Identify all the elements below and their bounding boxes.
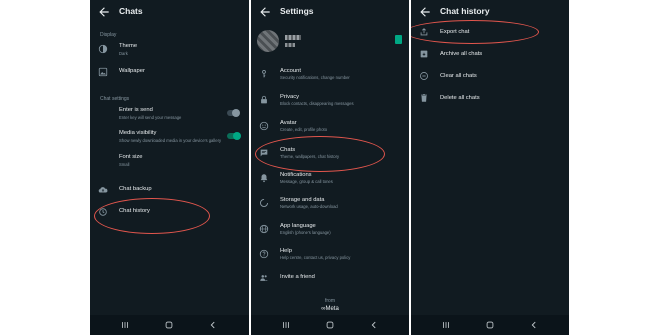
qr-code-icon[interactable] — [395, 35, 402, 44]
settings-item-label: Privacy — [280, 94, 300, 100]
settings-item-label: Invite a friend — [280, 274, 315, 280]
delete-all-chats-row[interactable]: Delete all chats — [411, 91, 569, 105]
settings-item-label: App language — [280, 223, 316, 229]
cloud-upload-icon — [98, 187, 108, 193]
media-visibility-label: Media visibility — [119, 130, 157, 136]
blurred-status — [285, 43, 295, 47]
recent-apps-icon[interactable] — [441, 320, 451, 330]
media-visibility-row[interactable]: Media visibility Show newly downloaded m… — [90, 128, 249, 148]
page-title: Chat history — [440, 6, 490, 16]
recent-apps-icon[interactable] — [281, 320, 291, 330]
home-icon[interactable] — [325, 320, 335, 330]
back-arrow-icon[interactable] — [418, 5, 432, 19]
highlight-circle — [255, 136, 385, 172]
storage-icon — [260, 199, 268, 207]
enter-is-send-row[interactable]: Enter is send Enter key will send your m… — [90, 105, 249, 123]
wallpaper-label: Wallpaper — [119, 68, 145, 74]
highlight-circle — [94, 198, 210, 234]
wallpaper-row[interactable]: Wallpaper — [90, 64, 249, 80]
settings-item-description: Network usage, auto-download — [280, 204, 338, 209]
settings-screen: Settings Account Security notifications,… — [251, 0, 409, 335]
settings-item-label: Avatar — [280, 120, 297, 126]
home-icon[interactable] — [485, 320, 495, 330]
system-nav-bar — [251, 315, 409, 335]
enter-is-send-description: Enter key will send your message — [119, 115, 182, 120]
section-header-display: Display — [100, 32, 117, 38]
footer-meta-logo: ∞Meta — [251, 306, 409, 312]
back-arrow-icon[interactable] — [97, 5, 111, 19]
page-title: Settings — [280, 6, 314, 16]
chat-history-screen: Chat history Export chat Archive all cha… — [411, 0, 569, 335]
settings-item-invite[interactable]: Invite a friend — [251, 272, 409, 284]
footer-from: from — [325, 298, 335, 304]
people-icon — [260, 275, 268, 281]
settings-item-storage[interactable]: Storage and data Network usage, auto-dow… — [251, 195, 409, 211]
settings-item-description: Block contacts, disappearing messages — [280, 101, 354, 106]
chats-settings-screen: Chats Display Theme Dark Wallpaper Chat … — [90, 0, 249, 335]
clear-all-chats-label: Clear all chats — [440, 73, 477, 79]
settings-item-description: Message, group & call tones — [280, 179, 333, 184]
page-title: Chats — [119, 6, 143, 16]
settings-item-description: Security notifications, change number — [280, 75, 350, 80]
enter-is-send-label: Enter is send — [119, 107, 153, 113]
theme-icon — [98, 44, 108, 54]
bell-icon — [260, 174, 268, 183]
archive-all-chats-label: Archive all chats — [440, 51, 483, 57]
chat-backup-label: Chat backup — [119, 186, 152, 192]
theme-value: Dark — [119, 51, 128, 56]
settings-item-label: Help — [280, 248, 292, 254]
media-visibility-description: Show newly downloaded media in your devi… — [119, 138, 222, 143]
toggle-knob — [232, 109, 240, 117]
settings-item-help[interactable]: Help Help centre, contact us, privacy po… — [251, 246, 409, 262]
key-icon — [262, 70, 266, 78]
settings-item-label: Notifications — [280, 172, 312, 178]
nav-back-icon[interactable] — [369, 320, 379, 330]
chat-backup-row[interactable]: Chat backup — [90, 182, 249, 198]
clear-icon — [420, 72, 428, 80]
profile-row[interactable] — [251, 28, 409, 56]
section-header-chat-settings: Chat settings — [100, 96, 130, 102]
wallpaper-icon — [98, 67, 108, 77]
theme-label: Theme — [119, 43, 138, 49]
settings-item-app-language[interactable]: App language English (phone's language) — [251, 221, 409, 237]
settings-item-privacy[interactable]: Privacy Block contacts, disappearing mes… — [251, 92, 409, 108]
footer-brand: Meta — [325, 306, 339, 312]
settings-item-notifications[interactable]: Notifications Message, group & call tone… — [251, 170, 409, 186]
app-bar: Chats — [90, 0, 249, 24]
blurred-avatar — [257, 30, 279, 52]
theme-row[interactable]: Theme Dark — [90, 40, 249, 60]
system-nav-bar — [411, 315, 569, 335]
enter-is-send-toggle[interactable] — [227, 109, 240, 117]
system-nav-bar — [90, 315, 249, 335]
settings-item-description: English (phone's language) — [280, 230, 331, 235]
settings-item-label: Storage and data — [280, 197, 325, 203]
settings-item-description: Create, edit, profile photo — [280, 127, 328, 132]
font-size-value: Small — [119, 162, 130, 167]
settings-item-label: Account — [280, 68, 301, 74]
globe-icon — [259, 224, 269, 234]
blurred-name — [285, 35, 301, 40]
avatar-icon — [259, 121, 269, 131]
clear-all-chats-row[interactable]: Clear all chats — [411, 69, 569, 83]
recent-apps-icon[interactable] — [120, 320, 130, 330]
back-arrow-icon[interactable] — [258, 5, 272, 19]
toggle-knob — [233, 132, 241, 140]
app-bar: Settings — [251, 0, 409, 24]
archive-icon — [420, 50, 428, 58]
media-visibility-toggle[interactable] — [227, 132, 241, 140]
home-icon[interactable] — [164, 320, 174, 330]
delete-all-chats-label: Delete all chats — [440, 95, 480, 101]
nav-back-icon[interactable] — [529, 320, 539, 330]
font-size-row[interactable]: Font size Small — [90, 152, 249, 170]
help-icon — [259, 249, 269, 259]
nav-back-icon[interactable] — [208, 320, 218, 330]
lock-icon — [261, 95, 267, 104]
settings-item-description: Help centre, contact us, privacy policy — [280, 255, 351, 260]
highlight-circle — [411, 20, 539, 44]
font-size-label: Font size — [119, 154, 143, 160]
settings-item-account[interactable]: Account Security notifications, change n… — [251, 66, 409, 82]
archive-all-chats-row[interactable]: Archive all chats — [411, 47, 569, 61]
settings-item-avatar[interactable]: Avatar Create, edit, profile photo — [251, 118, 409, 134]
delete-icon — [421, 94, 427, 102]
